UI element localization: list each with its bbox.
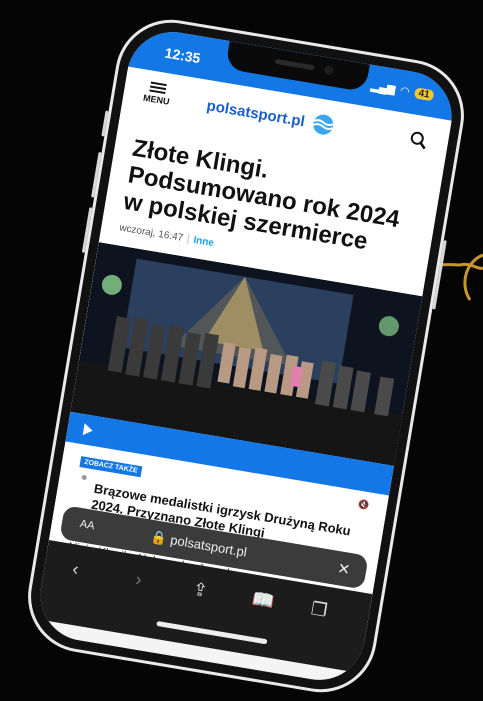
battery-badge: 41 xyxy=(413,87,435,102)
url-value: polsatsport.pl xyxy=(169,532,248,560)
status-icons: ▂▄▆ ◠ 41 xyxy=(370,79,435,102)
status-time: 12:35 xyxy=(163,44,202,67)
signal-icon: ▂▄▆ xyxy=(369,79,397,96)
notch xyxy=(225,41,370,93)
search-icon[interactable] xyxy=(409,130,430,151)
forward-icon[interactable]: › xyxy=(134,569,143,591)
text-size-button[interactable]: AA xyxy=(79,518,95,532)
article-category[interactable]: Inne xyxy=(193,235,215,249)
logo-wave-icon xyxy=(312,114,334,135)
logo-text: polsatsport.pl xyxy=(205,96,307,130)
tabs-icon[interactable]: ❐ xyxy=(309,598,329,621)
url-text: 🔒 polsatsport.pl xyxy=(150,529,248,561)
back-icon[interactable]: ‹ xyxy=(71,558,80,580)
lock-icon: 🔒 xyxy=(149,528,169,547)
wifi-icon: ◠ xyxy=(399,84,411,99)
close-icon[interactable]: ✕ xyxy=(336,559,351,579)
camera xyxy=(323,65,334,76)
bookmarks-icon[interactable]: 📖 xyxy=(250,588,275,612)
article-date: wczoraj, 16:47 xyxy=(118,222,184,244)
speaker xyxy=(274,58,315,71)
mute-icon[interactable]: 🔇 xyxy=(357,499,370,512)
menu-button[interactable]: MENU xyxy=(142,79,172,107)
home-indicator xyxy=(156,620,268,645)
menu-label: MENU xyxy=(142,92,171,107)
play-icon[interactable] xyxy=(82,423,94,437)
site-logo[interactable]: polsatsport.pl xyxy=(205,94,338,137)
share-icon[interactable]: ⇪ xyxy=(191,579,209,602)
